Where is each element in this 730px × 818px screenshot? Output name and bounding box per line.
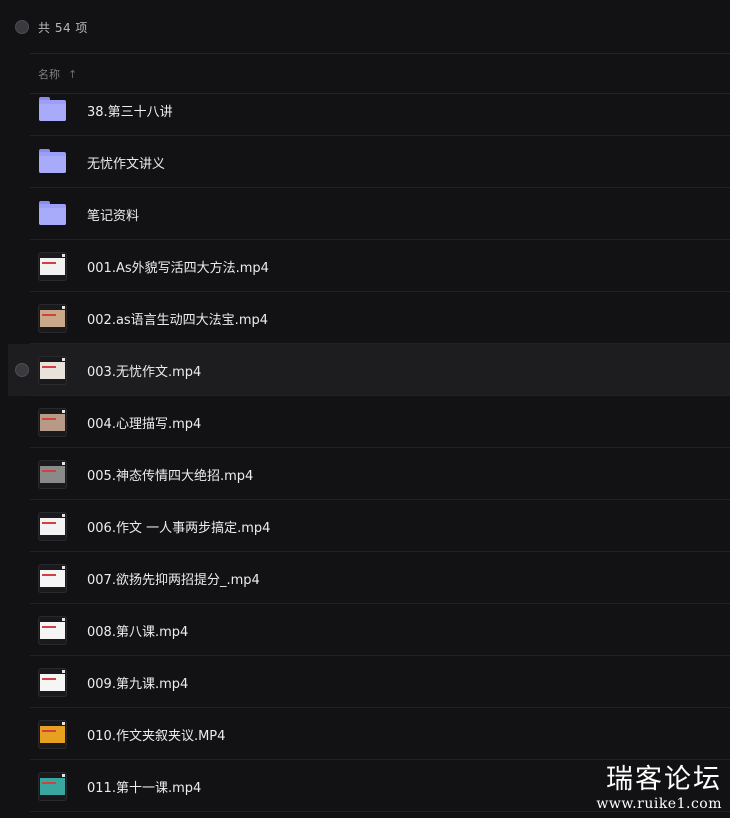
toolbar: 共 54 项 bbox=[0, 0, 730, 54]
watermark-url: www.ruike1.com bbox=[596, 796, 722, 812]
file-row[interactable]: 008.第八课.mp4 bbox=[0, 604, 730, 656]
row-checkbox[interactable] bbox=[15, 363, 29, 377]
file-name[interactable]: 008.第八课.mp4 bbox=[87, 621, 188, 640]
file-name[interactable]: 010.作文夹叙夹议.MP4 bbox=[87, 725, 225, 744]
file-name[interactable]: 38.第三十八讲 bbox=[87, 101, 173, 120]
file-name[interactable]: 001.As外貌写活四大方法.mp4 bbox=[87, 257, 269, 276]
video-thumbnail-icon bbox=[38, 668, 67, 697]
file-row[interactable]: 005.神态传情四大绝招.mp4 bbox=[0, 448, 730, 500]
file-list: 38.第三十八讲 无忧作文讲义 笔记资料 001.As外貌写活四大方法.mp4 002.… bbox=[0, 84, 730, 812]
video-thumbnail-icon bbox=[38, 564, 67, 593]
video-thumbnail-icon bbox=[38, 616, 67, 645]
video-thumbnail-icon bbox=[38, 356, 67, 385]
watermark-logo: 瑞客论坛 bbox=[606, 764, 722, 795]
item-count: 共 54 项 bbox=[38, 20, 88, 35]
video-thumbnail-icon bbox=[38, 460, 67, 489]
file-row[interactable]: 笔记资料 bbox=[0, 188, 730, 240]
video-thumbnail-icon bbox=[38, 408, 67, 437]
folder-icon bbox=[38, 201, 67, 227]
video-thumbnail-icon bbox=[38, 772, 67, 801]
file-row[interactable]: 007.欲扬先抑两招提分_.mp4 bbox=[0, 552, 730, 604]
file-name[interactable]: 007.欲扬先抑两招提分_.mp4 bbox=[87, 569, 260, 588]
select-all-checkbox[interactable] bbox=[15, 20, 29, 34]
file-row[interactable]: 010.作文夹叙夹议.MP4 bbox=[0, 708, 730, 760]
video-thumbnail-icon bbox=[38, 252, 67, 281]
video-thumbnail-icon bbox=[38, 304, 67, 333]
file-name[interactable]: 002.as语言生动四大法宝.mp4 bbox=[87, 309, 268, 328]
file-row[interactable]: 009.第九课.mp4 bbox=[0, 656, 730, 708]
file-name[interactable]: 笔记资料 bbox=[87, 205, 139, 224]
file-row[interactable]: 001.As外貌写活四大方法.mp4 bbox=[0, 240, 730, 292]
folder-icon bbox=[38, 149, 67, 175]
arrow-up-icon[interactable]: ↑ bbox=[68, 68, 77, 81]
file-row[interactable]: 006.作文 一人事两步搞定.mp4 bbox=[0, 500, 730, 552]
folder-icon bbox=[38, 97, 67, 123]
file-name[interactable]: 无忧作文讲义 bbox=[87, 153, 165, 172]
file-row[interactable]: 004.心理描写.mp4 bbox=[0, 396, 730, 448]
video-thumbnail-icon bbox=[38, 720, 67, 749]
file-name[interactable]: 006.作文 一人事两步搞定.mp4 bbox=[87, 517, 270, 536]
file-row[interactable]: 38.第三十八讲 bbox=[0, 84, 730, 136]
file-row[interactable]: 无忧作文讲义 bbox=[0, 136, 730, 188]
file-name[interactable]: 003.无忧作文.mp4 bbox=[87, 361, 201, 380]
file-name[interactable]: 009.第九课.mp4 bbox=[87, 673, 188, 692]
sort-by-name[interactable]: 名称 bbox=[38, 66, 60, 82]
file-name[interactable]: 004.心理描写.mp4 bbox=[87, 413, 201, 432]
file-name[interactable]: 005.神态传情四大绝招.mp4 bbox=[87, 465, 253, 484]
file-name[interactable]: 011.第十一课.mp4 bbox=[87, 777, 201, 796]
video-thumbnail-icon bbox=[38, 512, 67, 541]
file-row[interactable]: 002.as语言生动四大法宝.mp4 bbox=[0, 292, 730, 344]
file-row[interactable]: 003.无忧作文.mp4 bbox=[8, 344, 730, 396]
